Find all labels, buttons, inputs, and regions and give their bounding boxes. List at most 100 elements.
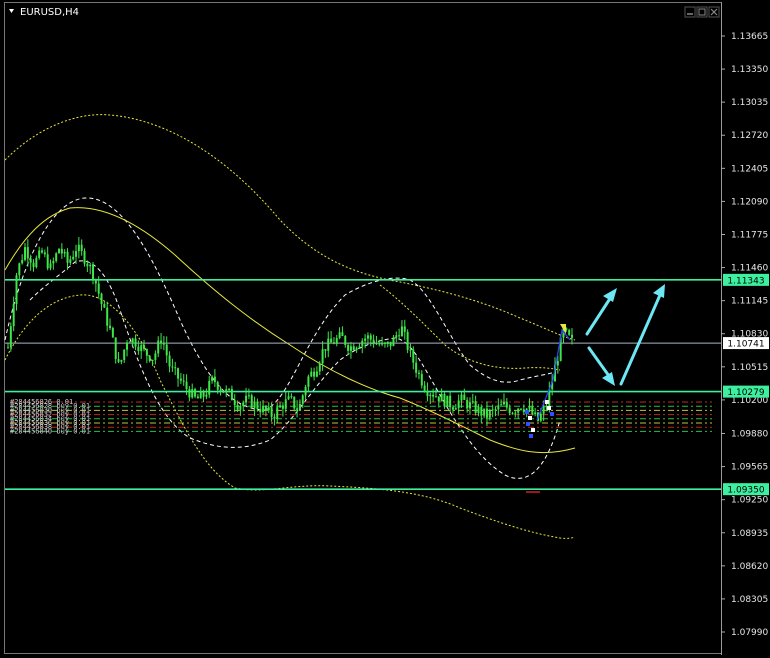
candle-body <box>296 408 299 411</box>
y-tick-label: 1.13350 <box>731 65 768 75</box>
candle-body <box>21 259 24 264</box>
candle-body <box>12 303 15 327</box>
candle-body <box>355 347 358 351</box>
candle-body <box>522 409 525 413</box>
close-icon[interactable] <box>708 6 720 18</box>
candle-body <box>162 343 165 345</box>
arrow-up-2 <box>619 284 665 386</box>
candle-body <box>267 407 270 411</box>
candle-body <box>347 345 350 351</box>
y-tick-label: 1.09250 <box>731 496 768 506</box>
candle-body <box>103 304 106 308</box>
inner-envelope-lower <box>29 260 561 479</box>
candle-body <box>140 345 143 352</box>
y-tick-label: 1.11460 <box>731 264 768 274</box>
candle-body <box>233 400 236 405</box>
candle-body <box>332 342 335 344</box>
candle-body <box>160 340 163 344</box>
candle-body <box>301 395 304 404</box>
candle-body <box>321 349 324 364</box>
candle-body <box>111 328 114 338</box>
maximize-icon[interactable] <box>696 6 708 18</box>
candle-body <box>32 262 35 268</box>
order-marker <box>526 422 530 426</box>
candle-body <box>7 347 9 349</box>
candle-body <box>349 346 352 351</box>
candle-body <box>247 395 250 397</box>
candle-body <box>488 410 491 418</box>
candle-body <box>242 402 245 407</box>
chart-menu-triangle-icon[interactable] <box>9 9 14 13</box>
candle-body <box>245 395 248 403</box>
candle-body <box>24 247 27 260</box>
candle-body <box>307 376 310 387</box>
y-tick-label: 1.08935 <box>731 529 768 539</box>
order-marker <box>531 428 535 432</box>
candle-body <box>92 264 95 280</box>
candle-body <box>97 283 100 294</box>
candle-body <box>485 408 488 418</box>
candle-body <box>58 248 61 254</box>
candle-body <box>327 338 330 351</box>
candle-body <box>434 396 437 398</box>
price-chart[interactable]: EURUSD,H4 1.136651.133501.130351.127201.… <box>0 0 770 658</box>
candle-body <box>330 338 333 343</box>
candle-body <box>403 326 406 332</box>
candle-body <box>534 412 537 415</box>
candle-body <box>83 251 86 264</box>
support-label: 1.10279 <box>727 388 764 398</box>
inner-envelope-upper <box>4 197 556 411</box>
candle-body <box>126 342 129 350</box>
candle-body <box>341 332 344 337</box>
candle-body <box>420 373 423 386</box>
candle-body <box>49 263 52 269</box>
candle-body <box>174 367 177 369</box>
candle-body <box>256 401 259 409</box>
candle-body <box>26 247 29 259</box>
candle-body <box>497 405 500 410</box>
plot-area-border <box>4 2 722 654</box>
order-marker <box>547 406 551 410</box>
candle-body <box>395 335 398 338</box>
candle-body <box>491 409 494 411</box>
candle-body <box>514 412 517 414</box>
candle-body <box>440 393 443 402</box>
y-tick-label: 1.12720 <box>731 131 768 141</box>
candle-body <box>502 401 505 405</box>
order-lots: 0.01 <box>73 427 90 435</box>
candle-body <box>451 407 454 410</box>
candle-body <box>75 251 78 257</box>
candle-body <box>290 396 293 398</box>
candle-body <box>9 326 12 348</box>
candle-body <box>386 341 389 344</box>
candle-body <box>205 394 208 397</box>
candle-body <box>86 263 89 267</box>
candle-body <box>225 389 228 393</box>
candle-body <box>412 349 415 363</box>
candle-body <box>443 393 446 407</box>
resistance-label: 1.11343 <box>727 276 764 286</box>
candle-body <box>148 355 151 361</box>
candle-body <box>426 390 429 397</box>
candle-body <box>471 401 474 403</box>
candle-body <box>63 251 66 254</box>
candle-body <box>29 258 32 263</box>
candle-body <box>304 386 307 396</box>
candle-body <box>273 416 276 419</box>
svg-text:1.10741: 1.10741 <box>727 340 764 350</box>
candle-body <box>128 342 131 344</box>
candle-body <box>236 404 239 410</box>
candle-body <box>369 335 372 340</box>
candle-body <box>437 396 440 402</box>
candle-body <box>52 260 55 264</box>
candle-body <box>131 338 134 343</box>
candle-body <box>211 376 214 381</box>
candle-body <box>194 389 197 397</box>
candle-body <box>372 339 375 345</box>
candle-body <box>157 340 160 354</box>
chart-title: EURUSD,H4 <box>20 7 79 18</box>
candle-body <box>182 380 185 382</box>
minimize-icon[interactable] <box>684 6 696 18</box>
candle-body <box>145 349 148 356</box>
candle-body <box>338 332 341 339</box>
